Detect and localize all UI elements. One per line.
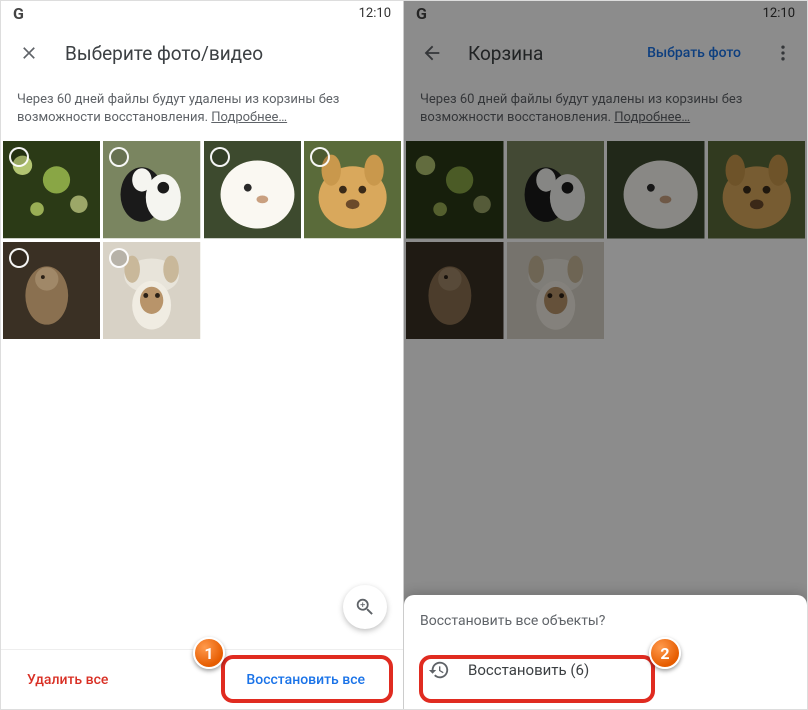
selection-circle-icon[interactable] [210, 147, 230, 167]
photo-grid [1, 141, 403, 339]
status-time: 12:10 [359, 6, 391, 21]
trash-notice: Через 60 дней файлы будут удалены из кор… [404, 81, 807, 141]
photo-thumb[interactable] [103, 242, 200, 339]
phone-screen-trash: G 12:10 Корзина Выбрать фото Через 60 дн… [404, 1, 807, 709]
more-vert-icon[interactable] [767, 33, 799, 73]
trash-notice: Через 60 дней файлы будут удалены из кор… [1, 81, 403, 141]
status-bar: G 12:10 [404, 1, 807, 25]
photo-thumb[interactable] [3, 141, 100, 238]
magnify-plus-icon [354, 596, 376, 618]
app-bar: Корзина Выбрать фото [404, 25, 807, 81]
photo-thumb[interactable] [304, 141, 401, 238]
bottom-sheet: Восстановить все объекты? Восстановить (… [404, 595, 807, 709]
close-icon[interactable] [9, 33, 49, 73]
bottom-action-bar: Удалить все Восстановить все [1, 649, 403, 709]
google-logo: G [416, 4, 427, 23]
zoom-in-fab[interactable] [343, 585, 387, 629]
photo-thumb[interactable] [406, 141, 504, 239]
status-time: 12:10 [763, 6, 795, 21]
photo-thumb[interactable] [406, 242, 504, 340]
page-title: Корзина [468, 42, 621, 65]
back-arrow-icon[interactable] [412, 33, 452, 73]
phone-screen-select: G 12:10 Выберите фото/видео Через 60 дне… [1, 1, 404, 709]
selection-circle-icon[interactable] [109, 248, 129, 268]
photo-thumb[interactable] [607, 141, 705, 239]
restore-action-label: Восстановить (6) [468, 661, 589, 679]
notice-text: Через 60 дней файлы будут удалены из кор… [420, 92, 742, 125]
photo-thumb[interactable] [103, 141, 200, 238]
photo-thumb[interactable] [204, 141, 301, 238]
google-logo: G [13, 4, 24, 23]
selection-circle-icon[interactable] [9, 248, 29, 268]
photo-thumb[interactable] [507, 242, 605, 340]
select-photo-button[interactable]: Выбрать фото [637, 37, 751, 69]
restore-icon [428, 659, 450, 681]
photo-thumb[interactable] [507, 141, 605, 239]
restore-all-button[interactable]: Восстановить все [228, 662, 383, 698]
delete-all-button[interactable]: Удалить все [21, 662, 114, 698]
status-bar: G 12:10 [1, 1, 403, 25]
selection-circle-icon[interactable] [310, 147, 330, 167]
photo-thumb[interactable] [3, 242, 100, 339]
photo-grid [404, 141, 807, 339]
restore-action-button[interactable]: Восстановить (6) [420, 647, 791, 693]
photo-thumb[interactable] [708, 141, 806, 239]
page-title: Выберите фото/видео [65, 42, 395, 65]
learn-more-link[interactable]: Подробнее… [211, 110, 287, 125]
app-bar: Выберите фото/видео [1, 25, 403, 81]
sheet-title: Восстановить все объекты? [420, 613, 791, 629]
learn-more-link[interactable]: Подробнее… [614, 110, 690, 125]
notice-text: Через 60 дней файлы будут удалены из кор… [17, 92, 339, 125]
